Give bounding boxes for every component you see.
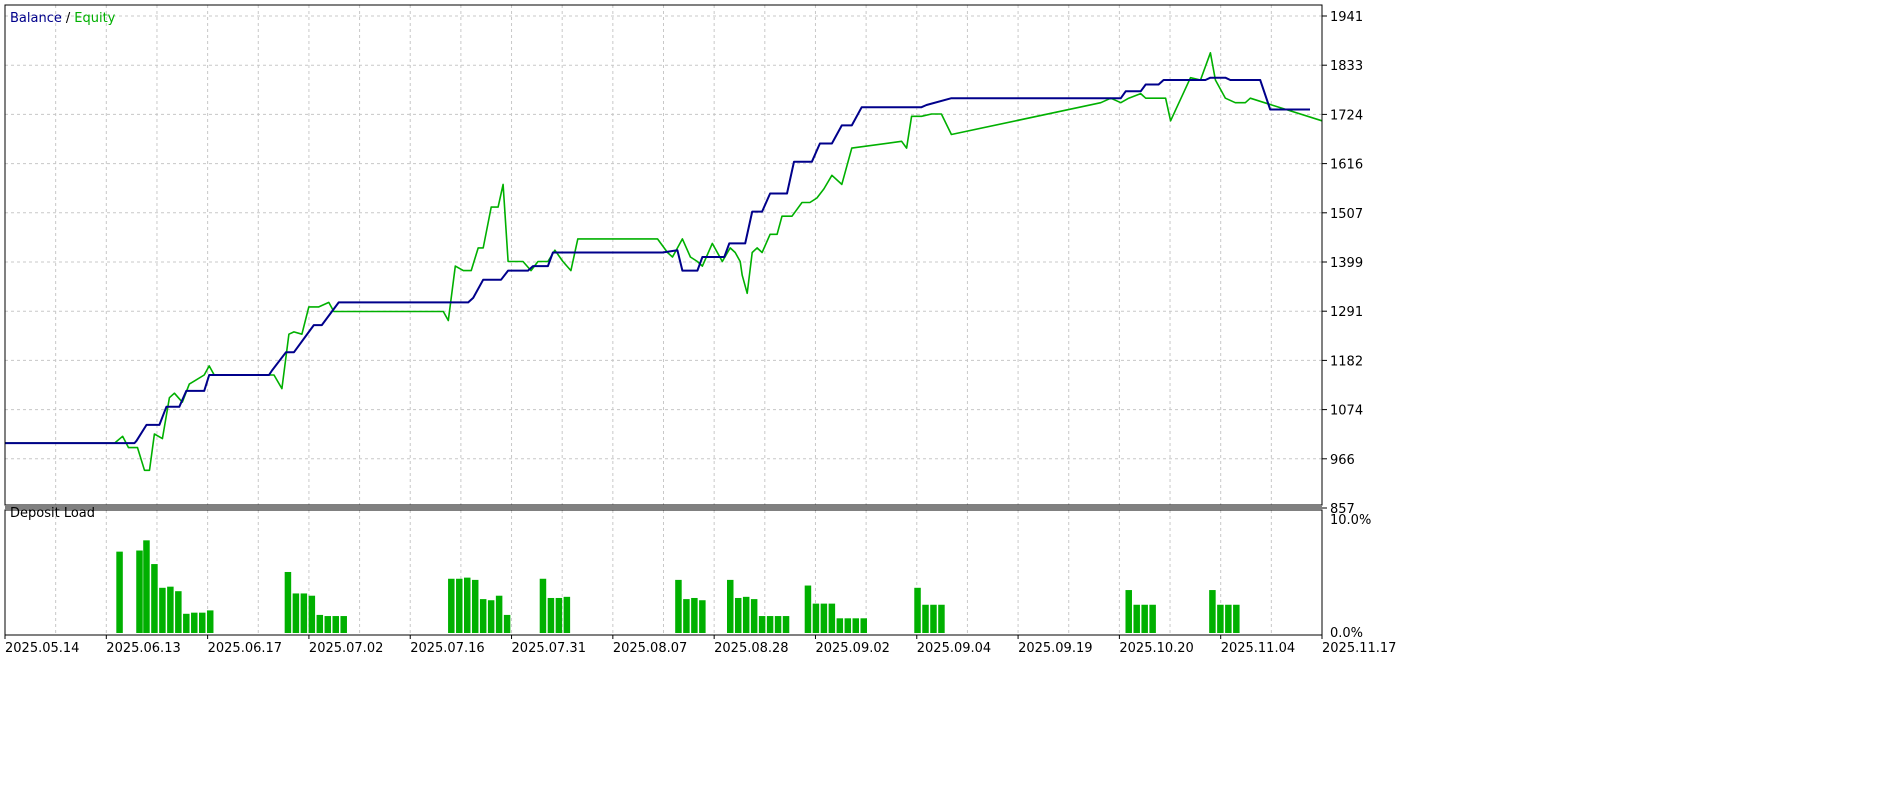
deposit-bar	[167, 586, 174, 633]
deposit-bar	[774, 616, 782, 633]
deposit-bar	[143, 540, 150, 633]
x-tick-label: 2025.09.02	[815, 641, 889, 656]
x-tick-label: 2025.10.20	[1119, 641, 1193, 656]
deposit-bar	[1133, 604, 1140, 633]
y-tick-label: 1724	[1330, 108, 1363, 123]
deposit-bar	[828, 603, 836, 633]
legend-balance: Balance	[10, 11, 62, 26]
x-tick-label: 2025.05.14	[5, 641, 79, 656]
chart-background	[0, 0, 1889, 782]
deposit-bar	[191, 612, 198, 633]
x-tick-label: 2025.07.31	[512, 641, 586, 656]
x-tick-label: 2025.07.16	[410, 641, 484, 656]
x-tick-label: 2025.09.19	[1018, 641, 1092, 656]
x-tick-label: 2025.06.13	[106, 641, 180, 656]
x-tick-label: 2025.11.04	[1221, 641, 1295, 656]
deposit-bar	[175, 591, 182, 633]
deposit-bar	[479, 599, 487, 633]
y-tick-label: 1291	[1330, 305, 1363, 320]
deposit-bar	[782, 616, 790, 633]
deposit-bar	[675, 579, 682, 633]
x-tick-label: 2025.09.04	[917, 641, 991, 656]
y-tick-label: 1074	[1330, 404, 1363, 419]
deposit-bar	[1209, 590, 1216, 633]
deposit-bar	[844, 618, 852, 633]
x-tick-label: 2025.07.02	[309, 641, 383, 656]
deposit-bar	[555, 597, 563, 633]
deposit-bar	[456, 578, 463, 633]
deposit-bar	[563, 596, 571, 633]
deposit-bar	[742, 596, 750, 633]
x-tick-label: 2025.08.28	[714, 641, 788, 656]
y-tick-label: 1182	[1330, 354, 1363, 369]
deposit-bar	[812, 603, 820, 633]
deposit-bar	[463, 577, 471, 633]
deposit-bar	[750, 599, 758, 633]
deposit-bar	[691, 597, 698, 633]
deposit-bar	[332, 616, 339, 633]
x-tick-label: 2025.06.17	[208, 641, 282, 656]
deposit-y-tick-label: 10.0%	[1330, 513, 1371, 528]
deposit-bar	[820, 603, 828, 633]
chart-area: 1941 1833 1724 1616 1507 1399 1291 1182 1074 966 8…	[0, 0, 1889, 782]
deposit-bar	[292, 593, 300, 633]
deposit-bar	[116, 551, 123, 633]
y-tick-label: 1833	[1330, 59, 1363, 74]
legend-separator: /	[66, 11, 71, 26]
deposit-bar	[683, 599, 690, 633]
deposit-load-title: Deposit Load	[10, 506, 95, 521]
y-tick-label: 1507	[1330, 207, 1363, 222]
deposit-bar	[1141, 604, 1148, 633]
balance-equity-chart: 1941183317241616150713991291118210749668…	[0, 0, 1889, 782]
deposit-bar	[316, 614, 324, 633]
x-tick-label: 2025.08.07	[613, 641, 687, 656]
y-tick-label: 966	[1330, 453, 1355, 468]
y-tick-label: 1941	[1330, 10, 1363, 25]
deposit-bar	[726, 579, 734, 633]
deposit-bar	[1149, 604, 1156, 633]
deposit-bar	[495, 595, 503, 633]
legend-equity: Equity	[74, 11, 115, 26]
deposit-bar	[324, 616, 332, 633]
deposit-bar	[206, 610, 214, 633]
deposit-bar	[860, 618, 867, 633]
y-tick-label: 1399	[1330, 256, 1363, 271]
deposit-bar	[487, 600, 495, 633]
deposit-bar	[284, 571, 292, 633]
deposit-bar	[699, 600, 706, 633]
deposit-bar	[136, 550, 143, 633]
deposit-bar	[183, 613, 190, 633]
deposit-bar	[1233, 604, 1240, 633]
deposit-bar	[300, 593, 308, 633]
deposit-bar	[151, 564, 158, 633]
deposit-bar	[1225, 604, 1232, 633]
deposit-bar	[308, 595, 316, 633]
deposit-bar	[448, 578, 455, 633]
deposit-bar	[938, 604, 945, 633]
deposit-bar	[1217, 604, 1224, 633]
deposit-y-tick-label: 0.0%	[1330, 626, 1363, 641]
deposit-bar	[1125, 590, 1132, 633]
deposit-bar	[539, 578, 547, 633]
deposit-bar	[914, 587, 921, 633]
deposit-bar	[471, 579, 479, 633]
deposit-bar	[547, 597, 555, 633]
deposit-bar	[159, 587, 166, 633]
deposit-bar	[503, 614, 511, 633]
deposit-bar	[836, 618, 844, 633]
deposit-bar	[758, 616, 766, 633]
deposit-bar	[852, 618, 860, 633]
deposit-bar	[922, 604, 929, 633]
deposit-bar	[199, 612, 206, 633]
deposit-bar	[766, 616, 774, 633]
deposit-bar	[734, 597, 742, 633]
deposit-bar	[804, 585, 812, 633]
y-tick-label: 1616	[1330, 158, 1363, 173]
x-tick-label: 2025.11.17	[1322, 641, 1396, 656]
deposit-bar	[340, 616, 347, 633]
deposit-bar	[930, 604, 937, 633]
panel-separator	[5, 505, 1322, 510]
